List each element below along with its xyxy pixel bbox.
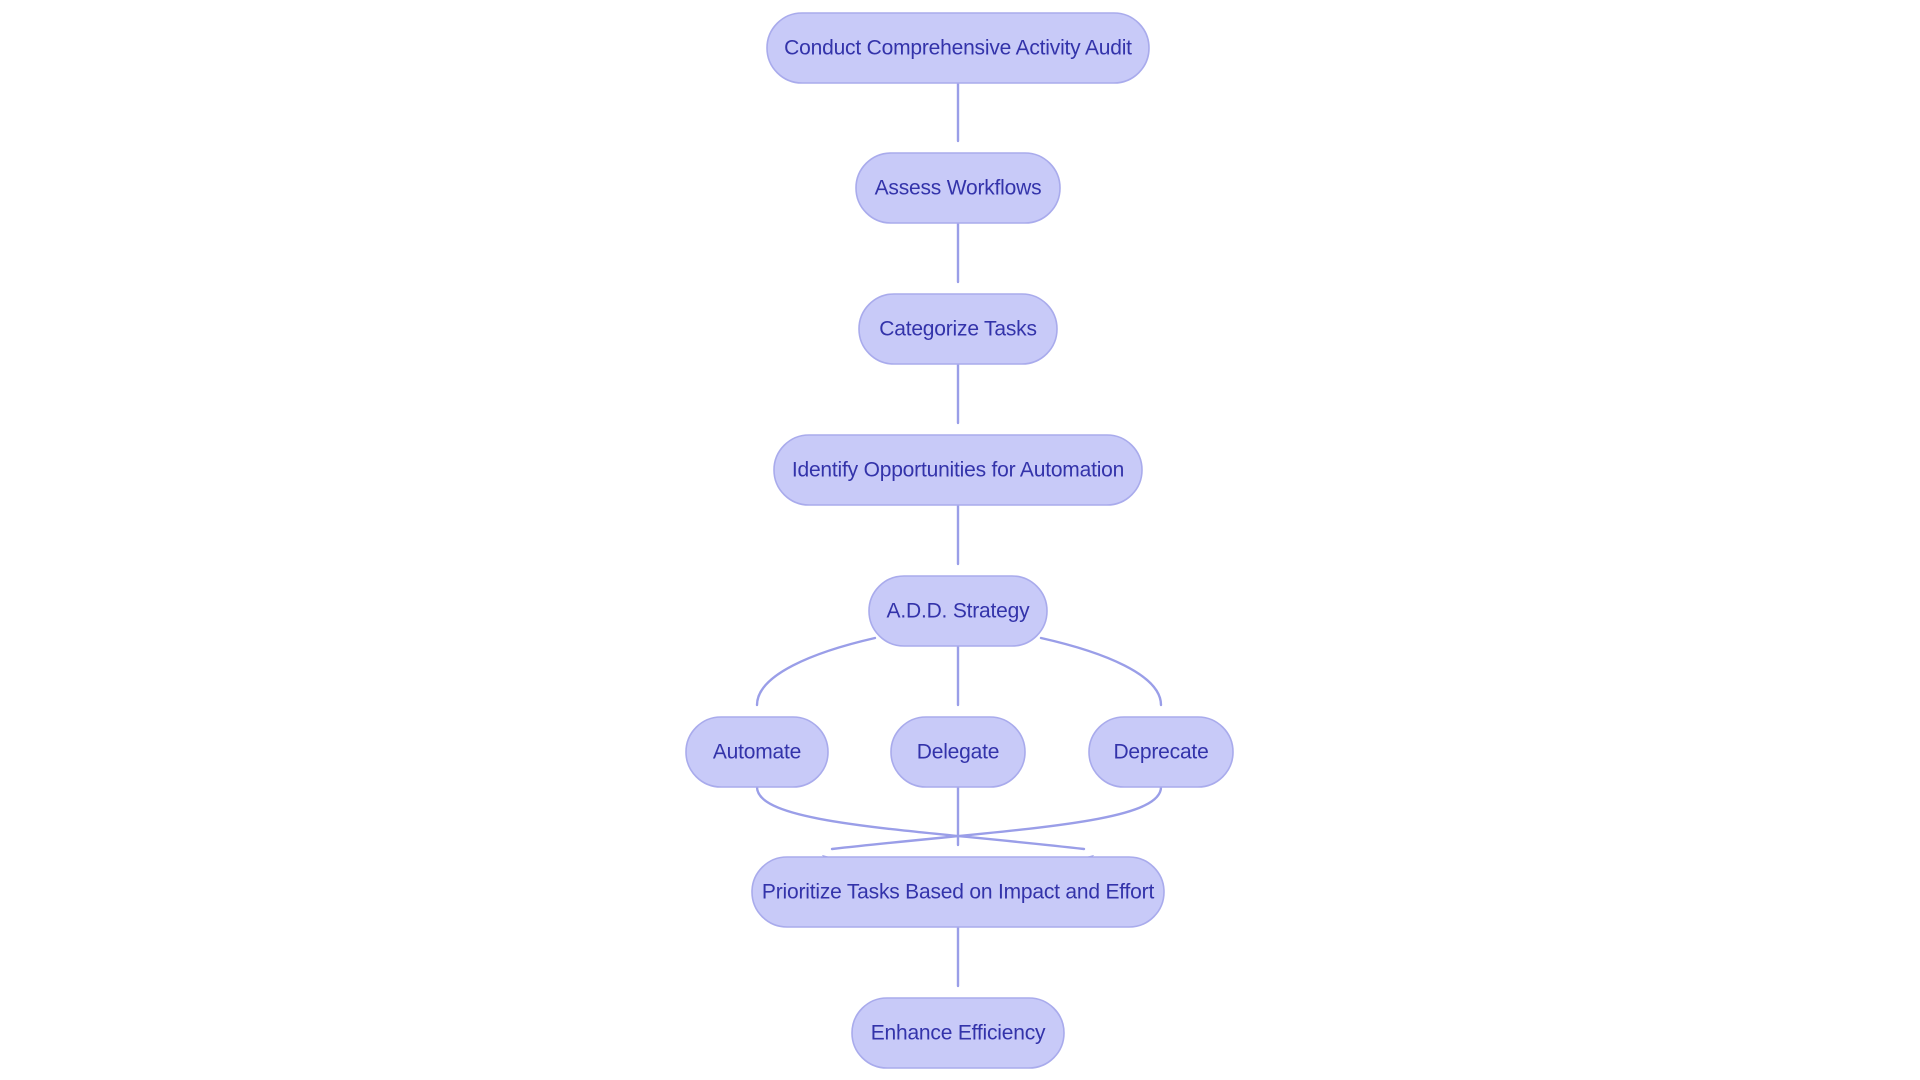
node-label: A.D.D. Strategy [887,600,1031,623]
node-delegate[interactable]: Delegate [890,716,1026,788]
edge-line [755,636,877,707]
node-prioritize[interactable]: Prioritize Tasks Based on Impact and Eff… [751,856,1165,928]
node-label: Automate [713,741,801,764]
node-label: Assess Workflows [875,177,1042,200]
node-layer: Conduct Comprehensive Activity Audit Asse… [685,12,1234,1069]
node-label: Deprecate [1113,741,1208,764]
node-assess[interactable]: Assess Workflows [855,152,1061,224]
node-label: Enhance Efficiency [871,1022,1046,1045]
node-label: Categorize Tasks [879,318,1037,341]
node-label: Delegate [917,741,999,764]
node-label: Prioritize Tasks Based on Impact and Eff… [762,881,1155,904]
node-categorize[interactable]: Categorize Tasks [858,293,1058,365]
node-enhance[interactable]: Enhance Efficiency [851,997,1065,1069]
node-strategy[interactable]: A.D.D. Strategy [868,575,1048,647]
node-deprecate[interactable]: Deprecate [1088,716,1234,788]
node-audit[interactable]: Conduct Comprehensive Activity Audit [766,12,1150,84]
node-label: Identify Opportunities for Automation [792,459,1124,482]
node-label: Conduct Comprehensive Activity Audit [784,37,1132,60]
node-identify[interactable]: Identify Opportunities for Automation [773,434,1143,506]
flowchart-canvas: Conduct Comprehensive Activity Audit Asse… [685,12,1234,1069]
node-automate[interactable]: Automate [685,716,829,788]
flowchart-diagram: Conduct Comprehensive Activity Audit Asse… [0,0,1920,1080]
edge-line [1039,636,1163,707]
